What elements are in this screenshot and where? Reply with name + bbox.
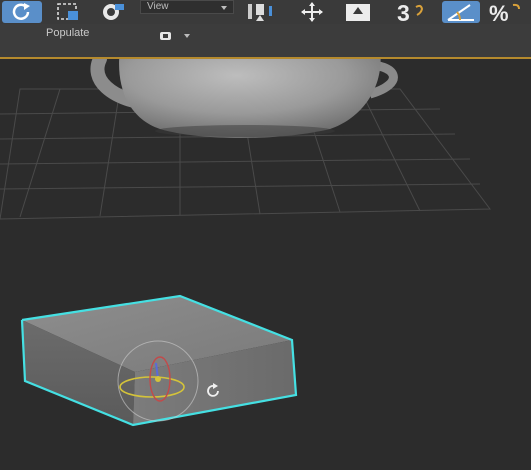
- percent-label: %: [489, 1, 509, 23]
- angle-snap-icon[interactable]: [442, 1, 480, 23]
- snap-label: 3: [397, 1, 410, 23]
- view-dropdown-value: View: [147, 1, 169, 12]
- chevron-down-icon: [221, 6, 227, 10]
- box-object[interactable]: [20, 294, 298, 427]
- select-region-icon[interactable]: [50, 1, 88, 23]
- manipulate-icon[interactable]: [340, 1, 376, 23]
- teapot-object[interactable]: [90, 59, 398, 138]
- snap-3d-icon[interactable]: 3: [394, 1, 426, 23]
- main-toolbar: View 3 %: [0, 0, 531, 25]
- populate-flow-icon[interactable]: [160, 28, 190, 40]
- pivot-icon[interactable]: [242, 1, 282, 23]
- ribbon-bar: Populate: [0, 24, 531, 59]
- move-icon[interactable]: [294, 1, 330, 23]
- ribbon-populate-tab[interactable]: Populate: [46, 27, 89, 39]
- undo-redo-icon[interactable]: [2, 1, 42, 23]
- viewport-canvas: [0, 59, 491, 427]
- link-icon[interactable]: [96, 1, 132, 23]
- percent-snap-icon[interactable]: %: [487, 1, 529, 23]
- view-dropdown[interactable]: View: [140, 0, 234, 14]
- perspective-viewport[interactable]: [0, 59, 531, 470]
